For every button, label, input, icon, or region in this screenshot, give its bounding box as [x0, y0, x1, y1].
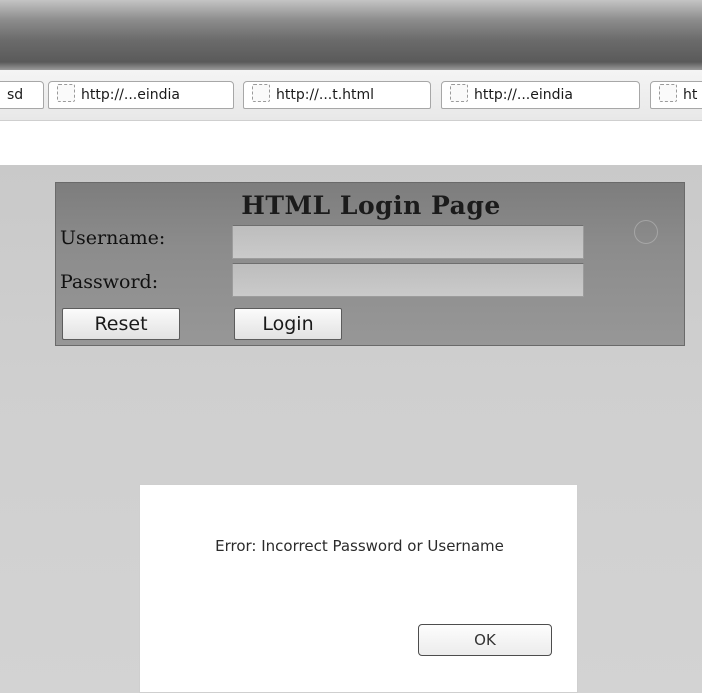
password-input[interactable] — [232, 263, 584, 297]
password-label: Password: — [60, 271, 159, 293]
blank-page-icon — [450, 84, 468, 102]
username-label: Username: — [60, 227, 166, 249]
tab-label: sd — [7, 87, 24, 103]
tab-label: http://...eindia — [81, 87, 180, 103]
username-input[interactable] — [232, 225, 584, 259]
tab-strip: sd http://...eindia http://...t.html htt… — [0, 70, 702, 121]
browser-tab-4[interactable]: http://...eindia — [441, 81, 640, 109]
blank-page-icon — [252, 84, 270, 102]
page-title: HTML Login Page — [241, 191, 501, 220]
tab-label: http://...t.html — [276, 87, 375, 103]
decorative-circle — [634, 220, 658, 244]
tab-label: http://...eindia — [474, 87, 573, 103]
blank-page-icon — [57, 84, 75, 102]
browser-tab-3[interactable]: http://...t.html — [243, 81, 431, 109]
tab-label: ht — [683, 87, 698, 103]
login-form: HTML Login Page Username: Password: Rese… — [55, 182, 685, 346]
reset-button[interactable]: Reset — [62, 308, 180, 340]
login-button[interactable]: Login — [234, 308, 342, 340]
browser-tab-5[interactable]: ht — [650, 81, 702, 109]
error-message: Error: Incorrect Password or Username — [215, 537, 504, 555]
ok-button[interactable]: OK — [418, 624, 552, 656]
browser-title-bar — [0, 0, 702, 70]
toolbar-area — [0, 121, 702, 165]
error-dialog: Error: Incorrect Password or Username OK — [139, 484, 578, 693]
browser-tab-1[interactable]: sd — [0, 81, 44, 109]
browser-tab-2[interactable]: http://...eindia — [48, 81, 234, 109]
blank-page-icon — [659, 84, 677, 102]
